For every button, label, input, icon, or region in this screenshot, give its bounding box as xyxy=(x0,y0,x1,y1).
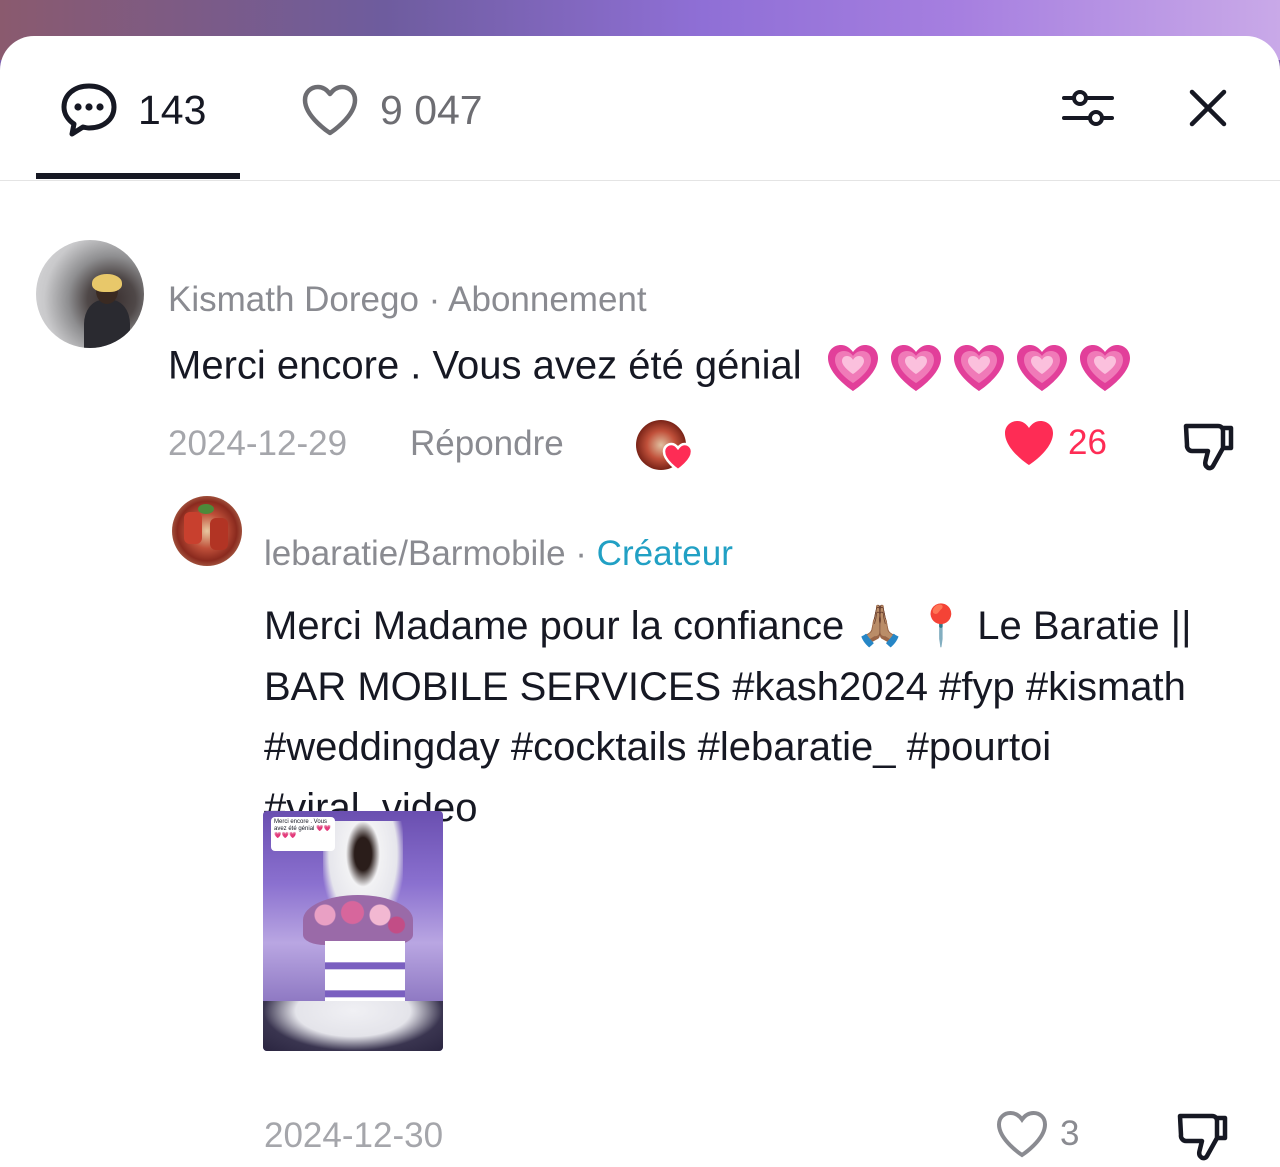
close-icon xyxy=(1189,89,1227,127)
heart-outline-icon xyxy=(996,1110,1048,1158)
like-count: 26 xyxy=(1068,423,1107,462)
growing-heart-emoji-icon xyxy=(827,345,878,391)
user-role-label: Abonnement xyxy=(448,280,647,319)
comments-header: 143 9 047 xyxy=(0,36,1280,181)
like-button[interactable]: 26 xyxy=(1002,418,1107,468)
growing-heart-emoji-icon xyxy=(1079,345,1130,391)
like-count: 3 xyxy=(1060,1114,1080,1153)
growing-heart-emoji-icon xyxy=(953,345,1004,391)
thumbs-down-icon xyxy=(1177,1113,1228,1161)
tab-likes[interactable]: 9 047 xyxy=(300,80,483,140)
comment-text: Merci Madame pour la confiance 🙏🏽 📍 Le B… xyxy=(264,604,1192,830)
video-thumbnail[interactable]: Merci encore . Vous avez été génial 💗💗💗💗… xyxy=(263,811,443,1051)
thumbs-down-icon xyxy=(1183,423,1234,471)
comment-date: 2024-12-29 xyxy=(168,424,348,463)
comment-username[interactable]: lebaratie/Barmobile · Créateur xyxy=(264,534,733,574)
growing-heart-emoji-icon xyxy=(1016,345,1067,391)
growing-heart-emoji-icon xyxy=(890,345,941,391)
likes-count: 9 047 xyxy=(380,86,483,133)
comment-date: 2024-12-30 xyxy=(264,1116,444,1155)
comments-sheet: 143 9 047 Kismath Dorego · Abonnement Me… xyxy=(0,36,1280,1167)
sliders-icon xyxy=(1062,90,1114,126)
tab-comments[interactable]: 143 xyxy=(60,80,206,140)
liked-by-creator-badge xyxy=(636,420,694,472)
active-tab-indicator xyxy=(36,173,240,179)
comments-count: 143 xyxy=(138,86,207,133)
reply-button[interactable]: Répondre xyxy=(410,424,564,464)
emoji-row xyxy=(825,342,1140,394)
speech-bubble-icon xyxy=(61,83,117,137)
video-caption: Merci encore . Vous avez été génial 💗💗💗💗… xyxy=(271,817,335,851)
heart-outline-icon xyxy=(302,84,358,136)
heart-filled-icon xyxy=(1005,421,1053,465)
filter-button[interactable] xyxy=(1058,78,1118,138)
avatar[interactable] xyxy=(36,240,144,348)
like-button[interactable]: 3 xyxy=(996,1110,1079,1158)
comment-username[interactable]: Kismath Dorego · Abonnement xyxy=(168,280,647,320)
heart-icon xyxy=(662,442,694,472)
dislike-button[interactable] xyxy=(1174,1108,1230,1164)
close-button[interactable] xyxy=(1178,78,1238,138)
avatar[interactable] xyxy=(172,496,242,566)
creator-role-label: Créateur xyxy=(596,534,733,573)
comment-text: Merci encore . Vous avez été génial xyxy=(168,342,1140,394)
dislike-button[interactable] xyxy=(1180,418,1236,474)
